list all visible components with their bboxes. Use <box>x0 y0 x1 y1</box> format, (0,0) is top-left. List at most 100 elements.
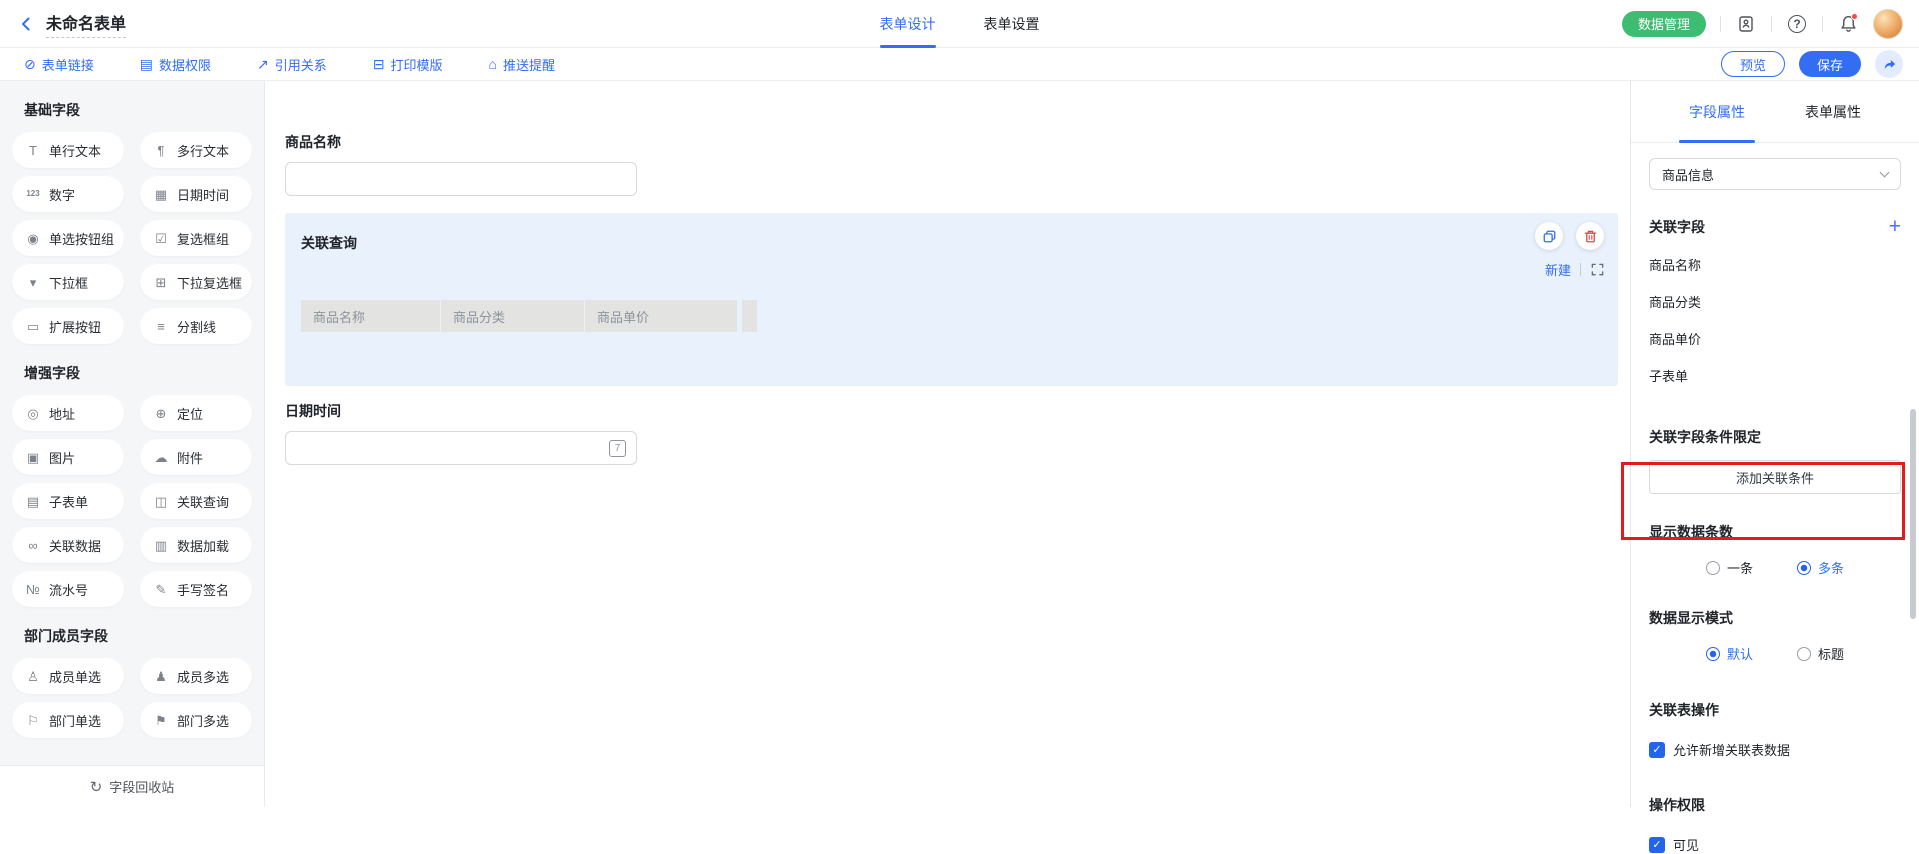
palette-field-label: 成员多选 <box>177 667 229 686</box>
divider <box>1822 16 1823 32</box>
target-form-select[interactable]: 商品信息 <box>1649 158 1901 190</box>
allow-add-label: 允许新增关联表数据 <box>1673 740 1790 759</box>
palette-field-数据加载[interactable]: ▥数据加载 <box>140 527 252 563</box>
text-field-block[interactable]: 商品名称 <box>285 132 1630 196</box>
palette-field-分割线[interactable]: ≡分割线 <box>140 308 252 344</box>
palette-field-label: 扩展按钮 <box>49 317 101 336</box>
form-title[interactable]: 未命名表单 <box>46 10 126 38</box>
number-icon: 123 <box>25 190 41 198</box>
radio-selected-icon[interactable] <box>1797 561 1811 575</box>
display-count-option-多条[interactable]: 多条 <box>1797 558 1844 577</box>
help-icon[interactable]: ? <box>1786 13 1808 35</box>
user-avatar[interactable] <box>1873 9 1903 39</box>
toolbar-item-表单链接[interactable]: ⊘表单链接 <box>24 55 94 74</box>
image-icon: ▣ <box>25 451 41 464</box>
tab-form-properties[interactable]: 表单属性 <box>1805 81 1861 143</box>
data-manage-button[interactable]: 数据管理 <box>1622 11 1706 37</box>
palette-field-label: 日期时间 <box>177 185 229 204</box>
contacts-icon[interactable] <box>1735 13 1757 35</box>
palette-field-地址[interactable]: ◎地址 <box>12 395 124 431</box>
checkbox-checked-icon[interactable]: ✓ <box>1649 742 1665 758</box>
display-count-option-一条[interactable]: 一条 <box>1706 558 1753 577</box>
radio-selected-icon[interactable] <box>1706 647 1720 661</box>
palette-field-关联查询[interactable]: ◫关联查询 <box>140 483 252 519</box>
palette-field-label: 地址 <box>49 404 75 423</box>
palette-field-关联数据[interactable]: ∞关联数据 <box>12 527 124 563</box>
linked-field-item[interactable]: 子表单 <box>1649 366 1901 385</box>
tab-field-properties[interactable]: 字段属性 <box>1689 81 1745 143</box>
palette-field-扩展按钮[interactable]: ▭扩展按钮 <box>12 308 124 344</box>
field-recycle-bin-button[interactable]: ↻ 字段回收站 <box>0 765 264 807</box>
palette-field-部门多选[interactable]: ⚑部门多选 <box>140 702 252 738</box>
palette-field-部门单选[interactable]: ⚐部门单选 <box>12 702 124 738</box>
toolbar-item-引用关系[interactable]: ↗引用关系 <box>257 55 327 74</box>
palette-field-复选框组[interactable]: ☑复选框组 <box>140 220 252 256</box>
checkbox-group-icon: ☑ <box>153 232 169 245</box>
palette-field-下拉复选框[interactable]: ⊞下拉复选框 <box>140 264 252 300</box>
palette-field-单选按钮组[interactable]: ◉单选按钮组 <box>12 220 124 256</box>
divider-icon: ≡ <box>153 320 169 333</box>
linked-field-item[interactable]: 商品名称 <box>1649 255 1901 274</box>
palette-field-label: 流水号 <box>49 580 88 599</box>
preview-button[interactable]: 预览 <box>1721 51 1785 77</box>
palette-field-成员多选[interactable]: ♟成员多选 <box>140 658 252 694</box>
query-column-stub <box>742 300 757 332</box>
checkbox-checked-icon[interactable]: ✓ <box>1649 837 1665 853</box>
add-linked-field-icon[interactable]: + <box>1889 219 1901 235</box>
palette-field-多行文本[interactable]: ¶多行文本 <box>140 132 252 168</box>
share-icon[interactable] <box>1875 50 1903 78</box>
palette-field-下拉框[interactable]: ▾下拉框 <box>12 264 124 300</box>
palette-field-图片[interactable]: ▣图片 <box>12 439 124 475</box>
toolbar-item-推送提醒[interactable]: ⌂推送提醒 <box>489 55 555 74</box>
toolbar-item-label: 数据权限 <box>159 55 211 74</box>
print-icon: ⊟ <box>373 57 385 71</box>
linked-field-item[interactable]: 商品单价 <box>1649 329 1901 348</box>
date-field-input[interactable]: 7 <box>285 431 637 465</box>
expand-icon[interactable] <box>1590 262 1605 277</box>
radio-option-label: 多条 <box>1818 558 1844 577</box>
recycle-icon: ↻ <box>90 778 103 796</box>
copy-field-button[interactable] <box>1535 222 1563 250</box>
palette-field-附件[interactable]: ☁附件 <box>140 439 252 475</box>
radio-unselected-icon[interactable] <box>1706 561 1720 575</box>
radio-unselected-icon[interactable] <box>1797 647 1811 661</box>
visible-checkbox-row[interactable]: ✓ 可见 <box>1649 835 1901 854</box>
palette-field-成员单选[interactable]: ♙成员单选 <box>12 658 124 694</box>
toolbar-item-数据权限[interactable]: ▤ 数据权限 <box>140 55 211 74</box>
linked-field-item[interactable]: 商品分类 <box>1649 292 1901 311</box>
add-condition-button[interactable]: 添加关联条件 <box>1649 460 1901 494</box>
panel-scrollbar[interactable] <box>1910 409 1916 619</box>
display-mode-option-默认[interactable]: 默认 <box>1706 644 1753 663</box>
palette-field-手写签名[interactable]: ✎手写签名 <box>140 571 252 607</box>
text-field-input[interactable] <box>285 162 637 196</box>
palette-field-子表单[interactable]: ▤子表单 <box>12 483 124 519</box>
palette-field-数字[interactable]: 123数字 <box>12 176 124 212</box>
target-form-select-value: 商品信息 <box>1662 165 1714 184</box>
form-canvas: 商品名称 关联查询 新建 <box>265 81 1630 807</box>
linked-table-ops-title: 关联表操作 <box>1649 700 1901 720</box>
toolbar-item-打印模版[interactable]: ⊟ 打印模版 <box>373 55 443 74</box>
linked-query-field-block[interactable]: 关联查询 新建 商品名称商品分类商品单价 <box>285 213 1618 386</box>
display-mode-option-标题[interactable]: 标题 <box>1797 644 1844 663</box>
tab-form-settings[interactable]: 表单设置 <box>984 0 1040 48</box>
palette-field-label: 附件 <box>177 448 203 467</box>
palette-field-label: 部门单选 <box>49 711 101 730</box>
save-button[interactable]: 保存 <box>1799 51 1861 77</box>
delete-field-button[interactable] <box>1576 222 1604 250</box>
palette-field-日期时间[interactable]: ▦日期时间 <box>140 176 252 212</box>
form-designer-app: 未命名表单 表单设计 表单设置 数据管理 ? ⊘表单链接 ▤ 数据权限 ↗引用关系 ⊟ 打… <box>0 0 1919 807</box>
palette-field-流水号[interactable]: №流水号 <box>12 571 124 607</box>
allow-add-checkbox-row[interactable]: ✓ 允许新增关联表数据 <box>1649 740 1901 759</box>
data-permission-icon: ▤ <box>140 57 153 71</box>
notification-bell-icon[interactable] <box>1837 13 1859 35</box>
palette-field-定位[interactable]: ⊕定位 <box>140 395 252 431</box>
back-icon[interactable] <box>16 14 36 34</box>
date-field-block[interactable]: 日期时间 7 <box>285 401 1630 465</box>
department-multi-icon: ⚑ <box>153 714 169 727</box>
toolbar-item-label: 打印模版 <box>390 55 442 74</box>
tab-form-design[interactable]: 表单设计 <box>880 0 936 48</box>
sidebar-field-grid: T单行文本 ¶多行文本 123数字 ▦日期时间 ◉单选按钮组 ☑复选框组 ▾下拉框 ⊞下拉复选… <box>12 132 252 344</box>
palette-field-单行文本[interactable]: T单行文本 <box>12 132 124 168</box>
new-record-link[interactable]: 新建 <box>1545 260 1571 279</box>
calendar-icon[interactable]: 7 <box>609 440 626 457</box>
